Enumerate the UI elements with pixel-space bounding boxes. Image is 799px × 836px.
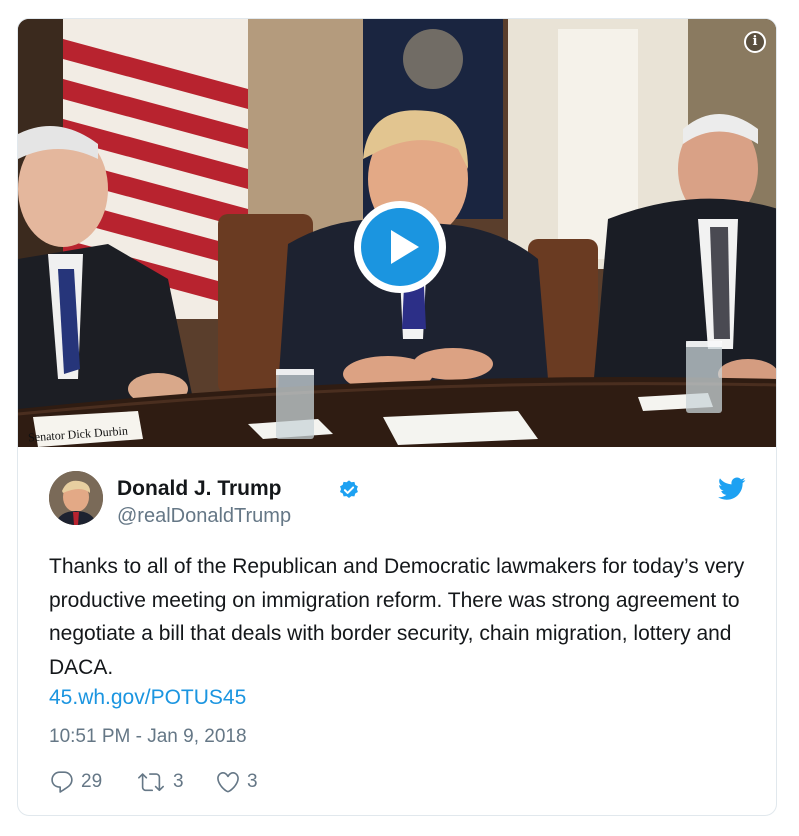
like-count: 3 — [247, 771, 258, 792]
heart-icon — [217, 771, 239, 793]
author-name[interactable]: Donald J. Trump — [117, 477, 282, 501]
retweet-button[interactable]: 3 — [135, 767, 184, 797]
avatar[interactable] — [49, 471, 103, 525]
tweet-actions: 29 3 3 — [49, 767, 449, 797]
reply-count: 29 — [81, 771, 103, 792]
author-handle[interactable]: @realDonaldTrump — [117, 505, 291, 528]
twitter-bird-icon[interactable] — [718, 477, 746, 501]
reply-icon — [51, 771, 73, 793]
tweet-card: Senator Dick Durbin i Donald J. Trump @r… — [17, 18, 777, 816]
tweet-text: Thanks to all of the Republican and Demo… — [49, 555, 745, 679]
play-icon — [361, 208, 439, 286]
verified-badge-icon — [340, 480, 358, 498]
tweet-link[interactable]: 45.wh.gov/POTUS45 — [49, 686, 246, 710]
play-button[interactable] — [354, 201, 446, 293]
retweet-icon — [138, 773, 164, 792]
tweet-timestamp[interactable]: 10:51 PM - Jan 9, 2018 — [49, 726, 247, 748]
avatar-image — [49, 471, 103, 525]
video-thumbnail[interactable]: Senator Dick Durbin i — [18, 19, 776, 447]
info-icon[interactable]: i — [744, 31, 766, 53]
retweet-count: 3 — [173, 771, 184, 792]
tweet-header: Donald J. Trump @realDonaldTrump — [49, 471, 746, 531]
like-button[interactable]: 3 — [215, 767, 258, 797]
reply-button[interactable]: 29 — [49, 767, 102, 797]
